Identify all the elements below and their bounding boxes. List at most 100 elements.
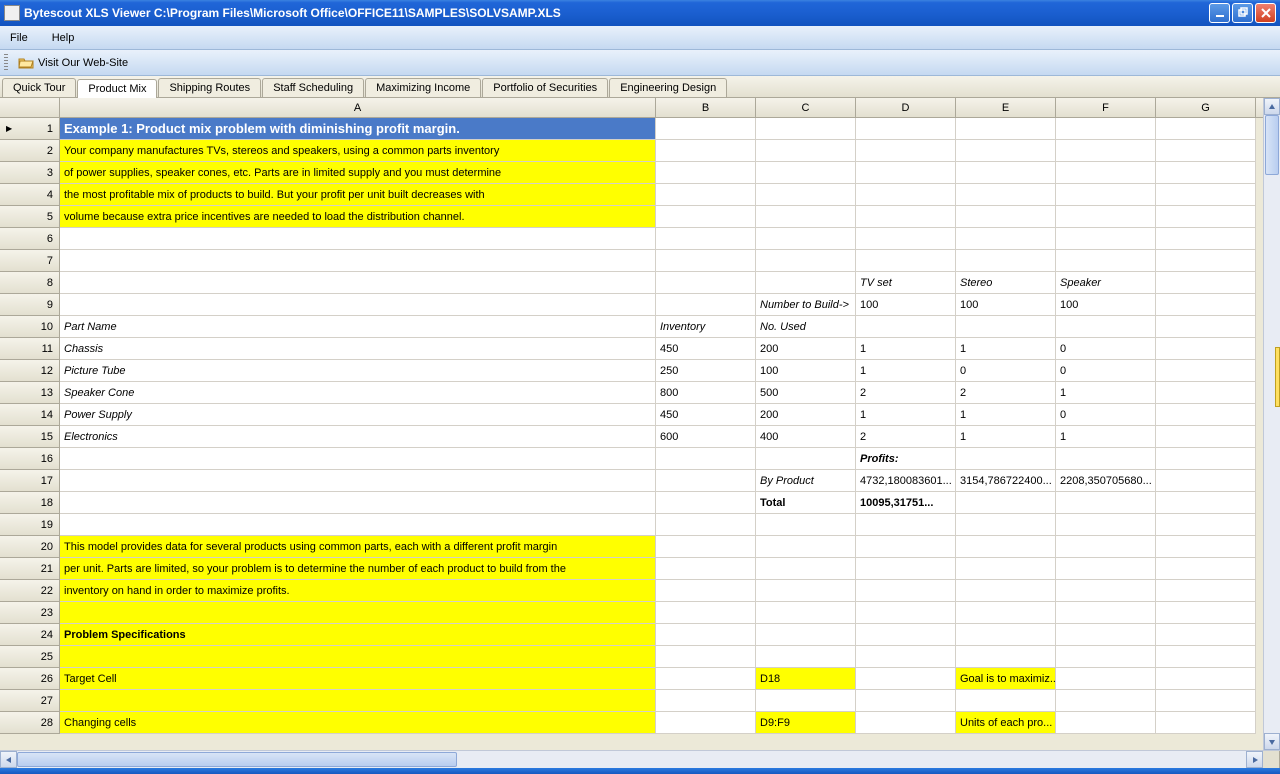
column-header-A[interactable]: A [60, 98, 656, 117]
cell-D21[interactable] [856, 558, 956, 580]
cell-C24[interactable] [756, 624, 856, 646]
cell-G10[interactable] [1156, 316, 1256, 338]
row-header-28[interactable]: 28 [0, 712, 60, 734]
cell-C15[interactable]: 400 [756, 426, 856, 448]
scroll-left-button[interactable] [0, 751, 17, 768]
cell-B20[interactable] [656, 536, 756, 558]
column-header-D[interactable]: D [856, 98, 956, 117]
row-header-19[interactable]: 19 [0, 514, 60, 536]
cell-A7[interactable] [60, 250, 656, 272]
cell-A8[interactable] [60, 272, 656, 294]
cell-G1[interactable] [1156, 118, 1256, 140]
row-header-9[interactable]: 9 [0, 294, 60, 316]
cell-G15[interactable] [1156, 426, 1256, 448]
cell-F7[interactable] [1056, 250, 1156, 272]
cell-B25[interactable] [656, 646, 756, 668]
cell-D9[interactable]: 100 [856, 294, 956, 316]
cell-A13[interactable]: Speaker Cone [60, 382, 656, 404]
cell-G6[interactable] [1156, 228, 1256, 250]
cell-D15[interactable]: 2 [856, 426, 956, 448]
sheet-tab-product-mix[interactable]: Product Mix [77, 79, 157, 98]
cell-B15[interactable]: 600 [656, 426, 756, 448]
cell-D14[interactable]: 1 [856, 404, 956, 426]
cell-G11[interactable] [1156, 338, 1256, 360]
cell-G13[interactable] [1156, 382, 1256, 404]
cell-E22[interactable] [956, 580, 1056, 602]
cell-F25[interactable] [1056, 646, 1156, 668]
sheet-tab-portfolio-of-securities[interactable]: Portfolio of Securities [482, 78, 608, 97]
row-header-20[interactable]: 20 [0, 536, 60, 558]
spreadsheet-grid[interactable]: ABCDEFG 1▶Example 1: Product mix problem… [0, 98, 1263, 750]
row-header-24[interactable]: 24 [0, 624, 60, 646]
menu-help[interactable]: Help [46, 30, 81, 46]
cell-B9[interactable] [656, 294, 756, 316]
cell-B28[interactable] [656, 712, 756, 734]
cell-E14[interactable]: 1 [956, 404, 1056, 426]
cell-A22[interactable]: inventory on hand in order to maximize p… [60, 580, 656, 602]
cell-E7[interactable] [956, 250, 1056, 272]
row-header-1[interactable]: 1▶ [0, 118, 60, 140]
cell-D23[interactable] [856, 602, 956, 624]
cell-G5[interactable] [1156, 206, 1256, 228]
select-all-corner[interactable] [0, 98, 60, 117]
row-header-11[interactable]: 11 [0, 338, 60, 360]
cell-D20[interactable] [856, 536, 956, 558]
cell-F26[interactable] [1056, 668, 1156, 690]
cell-E8[interactable]: Stereo [956, 272, 1056, 294]
row-header-23[interactable]: 23 [0, 602, 60, 624]
cell-E18[interactable] [956, 492, 1056, 514]
cell-E24[interactable] [956, 624, 1056, 646]
cell-C13[interactable]: 500 [756, 382, 856, 404]
cell-E26[interactable]: Goal is to maximiz... [956, 668, 1056, 690]
cell-B19[interactable] [656, 514, 756, 536]
cell-G3[interactable] [1156, 162, 1256, 184]
cell-D3[interactable] [856, 162, 956, 184]
cell-F6[interactable] [1056, 228, 1156, 250]
cell-F22[interactable] [1056, 580, 1156, 602]
cell-D26[interactable] [856, 668, 956, 690]
cell-B16[interactable] [656, 448, 756, 470]
scroll-up-button[interactable] [1264, 98, 1280, 115]
cell-A18[interactable] [60, 492, 656, 514]
row-header-22[interactable]: 22 [0, 580, 60, 602]
row-header-25[interactable]: 25 [0, 646, 60, 668]
cell-F18[interactable] [1056, 492, 1156, 514]
cell-A19[interactable] [60, 514, 656, 536]
row-header-26[interactable]: 26 [0, 668, 60, 690]
cell-F11[interactable]: 0 [1056, 338, 1156, 360]
cell-C14[interactable]: 200 [756, 404, 856, 426]
cell-A12[interactable]: Picture Tube [60, 360, 656, 382]
cell-C9[interactable]: Number to Build-> [756, 294, 856, 316]
cell-D28[interactable] [856, 712, 956, 734]
sheet-tab-quick-tour[interactable]: Quick Tour [2, 78, 76, 97]
cell-A15[interactable]: Electronics [60, 426, 656, 448]
cell-E13[interactable]: 2 [956, 382, 1056, 404]
sheet-tab-staff-scheduling[interactable]: Staff Scheduling [262, 78, 364, 97]
menu-file[interactable]: File [4, 30, 34, 46]
row-header-27[interactable]: 27 [0, 690, 60, 712]
cell-C2[interactable] [756, 140, 856, 162]
cell-E3[interactable] [956, 162, 1056, 184]
cell-C22[interactable] [756, 580, 856, 602]
cell-C8[interactable] [756, 272, 856, 294]
cell-G24[interactable] [1156, 624, 1256, 646]
cell-B17[interactable] [656, 470, 756, 492]
column-header-C[interactable]: C [756, 98, 856, 117]
cell-E6[interactable] [956, 228, 1056, 250]
cell-G20[interactable] [1156, 536, 1256, 558]
cell-B13[interactable]: 800 [656, 382, 756, 404]
cell-B3[interactable] [656, 162, 756, 184]
cell-A24[interactable]: Problem Specifications [60, 624, 656, 646]
cell-C28[interactable]: D9:F9 [756, 712, 856, 734]
cell-C18[interactable]: Total [756, 492, 856, 514]
cell-E21[interactable] [956, 558, 1056, 580]
column-header-B[interactable]: B [656, 98, 756, 117]
cell-F24[interactable] [1056, 624, 1156, 646]
cell-G21[interactable] [1156, 558, 1256, 580]
cell-F19[interactable] [1056, 514, 1156, 536]
cell-C1[interactable] [756, 118, 856, 140]
cell-E19[interactable] [956, 514, 1056, 536]
cell-E4[interactable] [956, 184, 1056, 206]
sheet-tab-engineering-design[interactable]: Engineering Design [609, 78, 727, 97]
cell-E15[interactable]: 1 [956, 426, 1056, 448]
